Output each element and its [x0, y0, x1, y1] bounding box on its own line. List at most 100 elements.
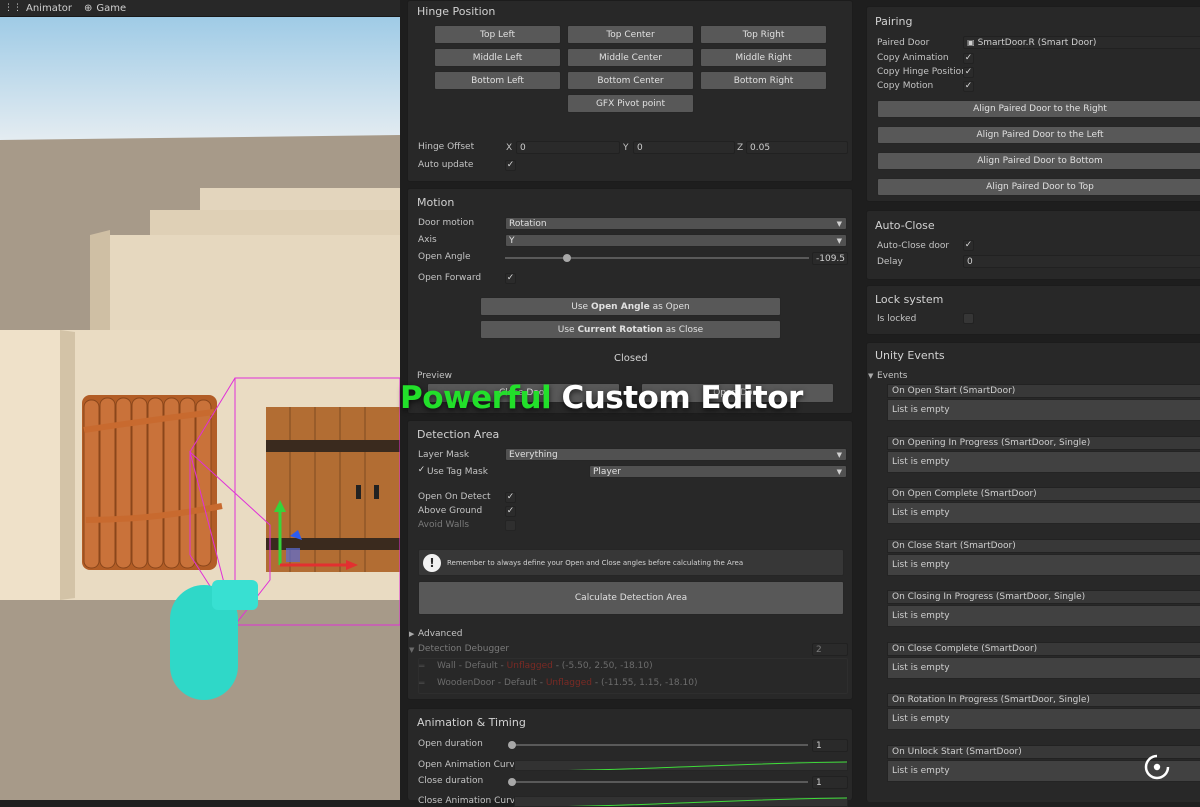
layer-mask-dropdown[interactable]: Everything ▼: [505, 448, 847, 461]
open-duration-slider[interactable]: [512, 744, 808, 746]
open-duration-field[interactable]: 1: [812, 739, 848, 752]
drag-handle-icon[interactable]: ═: [419, 662, 424, 672]
delay-field[interactable]: 0: [963, 255, 1200, 268]
close-duration-slider-handle[interactable]: [508, 778, 516, 786]
copy-motion-checkbox[interactable]: ✓: [963, 81, 974, 92]
layer-mask-label: Layer Mask: [418, 450, 470, 460]
chevron-right-icon[interactable]: ▶: [409, 630, 414, 638]
debugger-row[interactable]: Wall - Default - Unflagged - (-5.50, 2.5…: [437, 661, 653, 671]
event-empty-list[interactable]: List is empty: [887, 656, 1200, 679]
middle-right-button[interactable]: Middle Right: [700, 48, 827, 67]
tab-label: Game: [96, 2, 127, 14]
bottom-left-button[interactable]: Bottom Left: [434, 71, 561, 90]
hinge-z-field[interactable]: 0.05: [746, 141, 848, 154]
chevron-down-icon[interactable]: ▼: [868, 372, 873, 380]
middle-center-button[interactable]: Middle Center: [567, 48, 694, 67]
warning-helpbox: ! Remember to always define your Open an…: [418, 549, 844, 576]
top-right-button[interactable]: Top Right: [700, 25, 827, 44]
bottom-center-button[interactable]: Bottom Center: [567, 71, 694, 90]
top-left-button[interactable]: Top Left: [434, 25, 561, 44]
event-empty-list[interactable]: List is empty: [887, 605, 1200, 627]
gfx-pivot-button[interactable]: GFX Pivot point: [567, 94, 694, 113]
tab-animator[interactable]: ⋮⋮ Animator: [4, 3, 72, 14]
drag-handle-icon[interactable]: ═: [419, 679, 424, 689]
hinge-x-field[interactable]: 0: [516, 141, 620, 154]
chevron-down-icon: ▼: [836, 236, 842, 245]
close-duration-field[interactable]: 1: [812, 776, 848, 789]
copy-hinge-checkbox[interactable]: ✓: [963, 67, 974, 78]
event-empty-list[interactable]: List is empty: [887, 502, 1200, 524]
align-left-button[interactable]: Align Paired Door to the Left: [877, 126, 1200, 144]
open-forward-checkbox[interactable]: ✓: [505, 273, 516, 284]
advanced-foldout[interactable]: Advanced: [418, 629, 462, 639]
close-animation-curve[interactable]: [514, 796, 848, 807]
detection-title: Detection Area: [417, 428, 500, 441]
scene-tab-bar: ⋮⋮ Animator ⊕ Game: [0, 0, 400, 17]
event-empty-list[interactable]: List is empty: [887, 399, 1200, 421]
auto-close-door-label: Auto-Close door: [877, 241, 950, 251]
middle-left-button[interactable]: Middle Left: [434, 48, 561, 67]
x-label: X: [506, 143, 513, 153]
debugger-list: ═ Wall - Default - Unflagged - (-5.50, 2…: [418, 658, 848, 694]
open-angle-field[interactable]: -109.5: [812, 252, 848, 265]
open-duration-slider-handle[interactable]: [508, 741, 516, 749]
auto-close-checkbox[interactable]: ✓: [963, 240, 974, 251]
hinge-position-panel: Hinge Position Top Left Top Center Top R…: [407, 0, 853, 182]
calculate-detection-area-button[interactable]: Calculate Detection Area: [418, 581, 844, 615]
use-tag-mask-checkbox[interactable]: ✓: [416, 466, 427, 477]
scene-viewport[interactable]: [0, 0, 400, 800]
tag-value: Player: [593, 466, 622, 477]
tag-dropdown[interactable]: Player ▼: [589, 465, 847, 478]
use-current-rotation-button[interactable]: Use Current Rotation as Close: [480, 320, 781, 339]
hinge-offset-label: Hinge Offset: [418, 142, 475, 152]
event-header: On Closing In Progress (SmartDoor, Singl…: [887, 590, 1200, 604]
open-on-detect-checkbox[interactable]: ✓: [505, 492, 516, 503]
chevron-down-icon: ▼: [836, 467, 842, 476]
bottom-right-button[interactable]: Bottom Right: [700, 71, 827, 90]
open-angle-slider[interactable]: [505, 257, 809, 259]
copy-motion-label: Copy Motion: [877, 81, 934, 91]
scene-view[interactable]: [0, 0, 400, 800]
y-label: Y: [623, 143, 629, 153]
use-open-angle-button[interactable]: Use Open Angle as Open: [480, 297, 781, 316]
open-animation-curve[interactable]: [514, 760, 848, 771]
axis-dropdown[interactable]: Y ▼: [505, 234, 847, 247]
warning-icon: !: [423, 553, 441, 572]
is-locked-checkbox[interactable]: [963, 313, 974, 324]
auto-update-checkbox[interactable]: ✓: [505, 160, 516, 171]
above-ground-checkbox[interactable]: ✓: [505, 506, 516, 517]
hinge-y-field[interactable]: 0: [633, 141, 735, 154]
door-motion-dropdown[interactable]: Rotation ▼: [505, 217, 847, 230]
door-state-text: Closed: [614, 353, 648, 364]
align-bottom-button[interactable]: Align Paired Door to Bottom: [877, 152, 1200, 170]
log-bundle: [82, 395, 223, 570]
auto-close-panel: Auto-Close Auto-Close door ✓ Delay 0: [866, 210, 1200, 280]
event-empty-list[interactable]: List is empty: [887, 450, 1200, 473]
tab-game[interactable]: ⊕ Game: [84, 3, 126, 14]
paired-door-label: Paired Door: [877, 38, 930, 48]
event-header: On Open Complete (SmartDoor): [887, 487, 1200, 501]
avoid-walls-label: Avoid Walls: [418, 520, 470, 530]
close-duration-label: Close duration: [418, 776, 484, 786]
event-empty-list[interactable]: List is empty: [887, 708, 1200, 730]
event-header: On Rotation In Progress (SmartDoor, Sing…: [887, 693, 1200, 707]
pairing-panel: Pairing Paired Door ▣ SmartDoor.R (Smart …: [866, 6, 1200, 202]
debugger-row[interactable]: WoodenDoor - Default - Unflagged - (-11.…: [437, 678, 697, 688]
open-angle-slider-handle[interactable]: [563, 254, 571, 262]
paired-door-field[interactable]: ▣ SmartDoor.R (Smart Door): [963, 36, 1200, 49]
z-label: Z: [737, 143, 744, 153]
event-header: On Close Start (SmartDoor): [887, 538, 1200, 553]
align-top-button[interactable]: Align Paired Door to Top: [877, 178, 1200, 196]
event-empty-list[interactable]: List is empty: [887, 553, 1200, 576]
detection-debugger-foldout[interactable]: Detection Debugger: [418, 644, 509, 654]
avoid-walls-checkbox[interactable]: [505, 520, 516, 531]
close-duration-slider[interactable]: [512, 781, 808, 783]
chevron-down-icon[interactable]: ▼: [409, 646, 414, 654]
debugger-count-field[interactable]: 2: [812, 643, 848, 656]
top-center-button[interactable]: Top Center: [567, 25, 694, 44]
events-foldout[interactable]: Events: [877, 371, 907, 381]
headline-text: Custom Editor: [561, 380, 803, 416]
copy-hinge-label: Copy Hinge Position: [877, 67, 967, 77]
copy-animation-checkbox[interactable]: ✓: [963, 53, 974, 64]
align-right-button[interactable]: Align Paired Door to the Right: [877, 100, 1200, 118]
